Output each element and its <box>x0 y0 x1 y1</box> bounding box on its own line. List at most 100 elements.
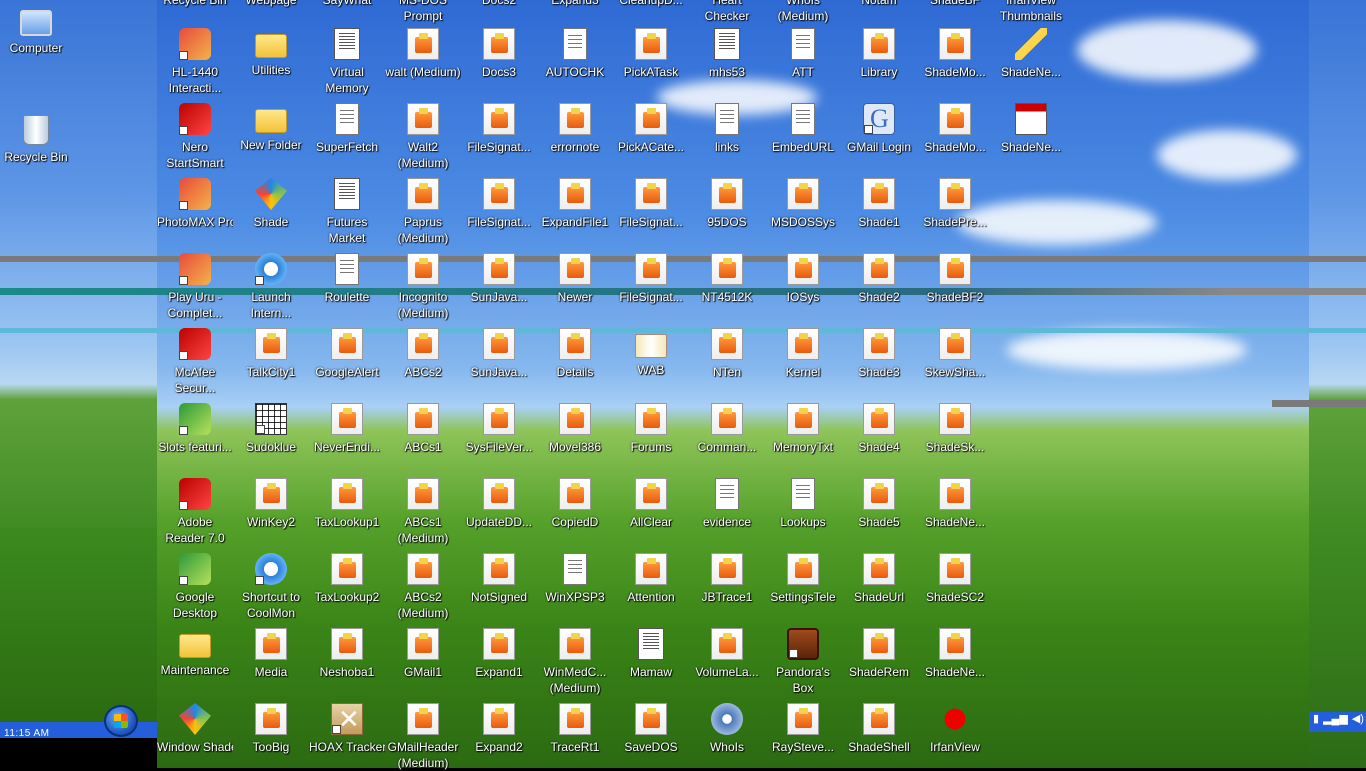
desktop-icon-taxlookup1[interactable]: TaxLookup1 <box>309 478 385 530</box>
desktop-icon-shade5[interactable]: Shade5 <box>841 478 917 530</box>
desktop-icon-gmail1[interactable]: GMail1 <box>385 628 461 680</box>
desktop-icon-computer[interactable]: Computer <box>0 10 74 56</box>
desktop-icon-forums[interactable]: Forums <box>613 403 689 455</box>
desktop-icon-memorytxt[interactable]: MemoryTxt <box>765 403 841 455</box>
desktop-icon-att[interactable]: ATT <box>765 28 841 80</box>
desktop-icon-talkcity1[interactable]: TalkCity1 <box>233 328 309 380</box>
start-button[interactable] <box>104 705 138 737</box>
desktop-icon-clipped[interactable]: MS-DOS Prompt <box>385 0 461 24</box>
desktop-icon-shadebf2[interactable]: ShadeBF2 <box>917 253 993 305</box>
desktop-icon-shadesc2[interactable]: ShadeSC2 <box>917 553 993 605</box>
desktop-icon-iosys[interactable]: IOSys <box>765 253 841 305</box>
desktop-icon-nten[interactable]: NTen <box>689 328 765 380</box>
desktop-icon-play-uru-complet[interactable]: Play Uru - Complet... <box>157 253 233 321</box>
desktop-icon-shade1[interactable]: Shade1 <box>841 178 917 230</box>
desktop-icon-toobig[interactable]: TooBig <box>233 703 309 755</box>
desktop-icon-copiedd[interactable]: CopiedD <box>537 478 613 530</box>
desktop-icon-googlealert[interactable]: GoogleAlert <box>309 328 385 380</box>
desktop-icon-shademo[interactable]: ShadeMo... <box>917 28 993 80</box>
desktop-icon-movel386[interactable]: Movel386 <box>537 403 613 455</box>
desktop-icon-clipped[interactable]: Docs2 <box>461 0 537 8</box>
desktop-icon-clipped[interactable]: IrfanView Thumbnails <box>993 0 1069 24</box>
desktop-icon-links[interactable]: links <box>689 103 765 155</box>
desktop-icon-jbtrace1[interactable]: JBTrace1 <box>689 553 765 605</box>
desktop-icon-walt-medium[interactable]: walt (Medium) <box>385 28 461 80</box>
desktop-icon-walt2-medium[interactable]: Walt2 (Medium) <box>385 103 461 171</box>
desktop-icon-sudoklue[interactable]: Sudoklue <box>233 403 309 455</box>
desktop-icon-sunjava[interactable]: SunJava... <box>461 328 537 380</box>
desktop-icon-comman[interactable]: Comman... <box>689 403 765 455</box>
desktop-icon-msdossys[interactable]: MSDOSSys <box>765 178 841 230</box>
desktop-icon-docs3[interactable]: Docs3 <box>461 28 537 80</box>
desktop-icon-incognito-medium[interactable]: Incognito (Medium) <box>385 253 461 321</box>
desktop-icon-virtual-memory[interactable]: Virtual Memory <box>309 28 385 96</box>
desktop-icon-slots-featuri[interactable]: Slots featuri... <box>157 403 233 455</box>
desktop-icon-shade2[interactable]: Shade2 <box>841 253 917 305</box>
desktop-icon-mcafee-secur[interactable]: McAfee Secur... <box>157 328 233 396</box>
desktop-icon-settingstele[interactable]: SettingsTele <box>765 553 841 605</box>
desktop-icon-filesignat[interactable]: FileSignat... <box>613 253 689 305</box>
desktop-icon-hl-1440-interacti[interactable]: HL-1440 Interacti... <box>157 28 233 96</box>
desktop-icon-clipped[interactable]: Notam <box>841 0 917 8</box>
desktop-icon-shade3[interactable]: Shade3 <box>841 328 917 380</box>
desktop-icon-volumela[interactable]: VolumeLa... <box>689 628 765 680</box>
desktop-icon-winkey2[interactable]: WinKey2 <box>233 478 309 530</box>
desktop-icon-notsigned[interactable]: NotSigned <box>461 553 537 605</box>
desktop-icon-launch-intern[interactable]: Launch Intern... <box>233 253 309 321</box>
desktop-icon-shadene[interactable]: ShadeNe... <box>917 478 993 530</box>
desktop-icon-google-desktop[interactable]: Google Desktop <box>157 553 233 621</box>
desktop-icon-95dos[interactable]: 95DOS <box>689 178 765 230</box>
desktop-icon-clipped[interactable]: WhoIs (Medium) <box>765 0 841 24</box>
desktop-icon-library[interactable]: Library <box>841 28 917 80</box>
desktop-icon-nt4512k[interactable]: NT4512K <box>689 253 765 305</box>
desktop-icon-new-folder[interactable]: New Folder <box>233 103 309 153</box>
desktop-icon-clipped[interactable]: Heart Checker <box>689 0 765 24</box>
desktop-icon-wab[interactable]: WAB <box>613 328 689 378</box>
desktop-icon-autochk[interactable]: AUTOCHK <box>537 28 613 80</box>
desktop-icon-neverendi[interactable]: NeverEndi... <box>309 403 385 455</box>
desktop-icon-raysteve[interactable]: RaySteve... <box>765 703 841 755</box>
desktop-icon-evidence[interactable]: evidence <box>689 478 765 530</box>
desktop-icon-abcs1-medium[interactable]: ABCs1 (Medium) <box>385 478 461 546</box>
desktop-icon-clipped[interactable]: CleanupD... <box>613 0 689 8</box>
desktop-icon-filesignat[interactable]: FileSignat... <box>613 178 689 230</box>
signal-icon[interactable]: ▂▄▆ <box>1323 713 1348 725</box>
desktop-icon-tracert1[interactable]: TraceRt1 <box>537 703 613 755</box>
desktop-icon-expand2[interactable]: Expand2 <box>461 703 537 755</box>
desktop-icon-shadeshell[interactable]: ShadeShell <box>841 703 917 755</box>
desktop-icon-neshoba1[interactable]: Neshoba1 <box>309 628 385 680</box>
network-icon[interactable]: ▮ <box>1313 713 1319 725</box>
desktop-icon-maintenance[interactable]: Maintenance <box>157 628 233 678</box>
desktop-icon-pandora-s-box[interactable]: Pandora's Box <box>765 628 841 696</box>
desktop-icon-superfetch[interactable]: SuperFetch <box>309 103 385 155</box>
desktop-icon-embedurl[interactable]: EmbedURL <box>765 103 841 155</box>
desktop-icon-allclear[interactable]: AllClear <box>613 478 689 530</box>
desktop-icon-expand1[interactable]: Expand1 <box>461 628 537 680</box>
volume-icon[interactable]: ◀) <box>1352 713 1364 725</box>
desktop-icon-hoax-tracker[interactable]: HOAX Tracker <box>309 703 385 755</box>
desktop-icon-abcs2[interactable]: ABCs2 <box>385 328 461 380</box>
desktop-icon-paprus-medium[interactable]: Paprus (Medium) <box>385 178 461 246</box>
desktop-icon-errornote[interactable]: errornote <box>537 103 613 155</box>
desktop-icon-shadene[interactable]: ShadeNe... <box>993 28 1069 80</box>
desktop-icon-shade4[interactable]: Shade4 <box>841 403 917 455</box>
desktop-icon-pickatask[interactable]: PickATask <box>613 28 689 80</box>
desktop-icon-pickacate[interactable]: PickACate... <box>613 103 689 155</box>
desktop-icon-nero-startsmart[interactable]: Nero StartSmart <box>157 103 233 171</box>
desktop-icon-shadeurl[interactable]: ShadeUrl <box>841 553 917 605</box>
desktop-icon-sysfilever[interactable]: SysFileVer... <box>461 403 537 455</box>
desktop-icon-window-shade[interactable]: Window Shade <box>157 703 233 755</box>
desktop-icon-utilities[interactable]: Utilities <box>233 28 309 78</box>
desktop-icon-sunjava[interactable]: SunJava... <box>461 253 537 305</box>
desktop-icon-savedos[interactable]: SaveDOS <box>613 703 689 755</box>
desktop-icon-recycle-bin[interactable]: Recycle Bin <box>0 115 74 165</box>
desktop-icon-adobe-reader-7-0[interactable]: Adobe Reader 7.0 <box>157 478 233 546</box>
desktop-icon-clipped[interactable]: Recycle Bin <box>157 0 233 8</box>
desktop-icon-shade[interactable]: Shade <box>233 178 309 230</box>
desktop-icon-shademo[interactable]: ShadeMo... <box>917 103 993 155</box>
desktop-icon-shaderem[interactable]: ShadeRem <box>841 628 917 680</box>
desktop-icon-attention[interactable]: Attention <box>613 553 689 605</box>
desktop-icon-photomax-pro[interactable]: PhotoMAX Pro <box>157 178 233 230</box>
desktop-icon-futures-market[interactable]: Futures Market <box>309 178 385 246</box>
desktop-icon-mhs53[interactable]: mhs53 <box>689 28 765 80</box>
